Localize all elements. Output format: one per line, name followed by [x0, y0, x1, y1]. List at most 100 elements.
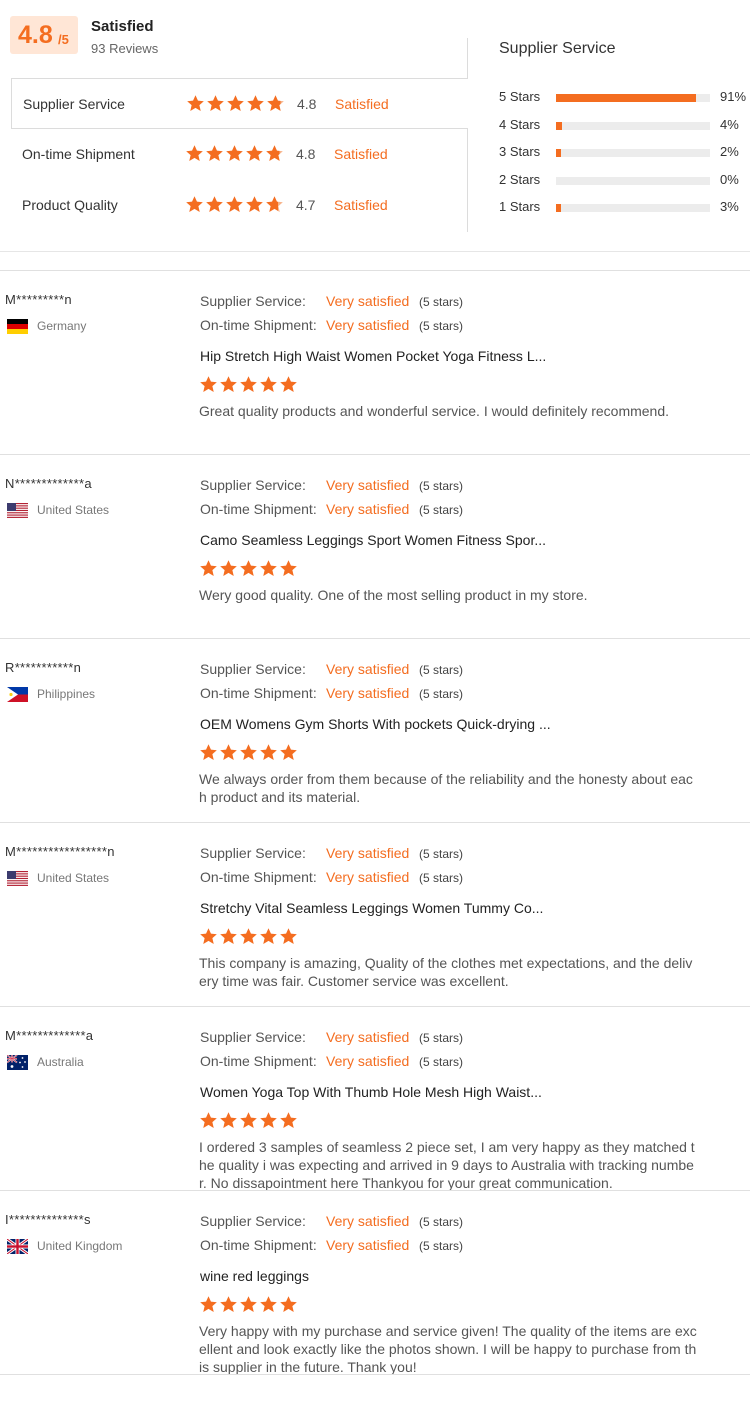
- supplier-service-label: Supplier Service:: [200, 845, 306, 861]
- distribution-bar-fill: [556, 149, 561, 157]
- supplier-service-value: Very satisfied: [326, 477, 410, 493]
- distribution-label: 4 Stars: [499, 116, 541, 132]
- star-icon: [265, 144, 284, 163]
- review-stars: [199, 927, 298, 946]
- star-icon: [266, 94, 285, 113]
- rating-label: Product Quality: [22, 197, 118, 213]
- review-text: I ordered 3 samples of seamless 2 piece …: [199, 1139, 695, 1191]
- rating-label: Supplier Service: [23, 96, 125, 112]
- star-icon: [245, 144, 264, 163]
- review-item: M*********n Germany Supplier Service: Ver…: [0, 270, 750, 454]
- overall-score: 4.8: [18, 21, 53, 49]
- distribution-percent: 2%: [720, 144, 739, 159]
- rating-label: On-time Shipment: [22, 146, 135, 162]
- review-item: N*************a United States Supplier S…: [0, 454, 750, 638]
- star-icon: [239, 927, 258, 946]
- ontime-shipment-stars: (5 stars): [419, 1055, 464, 1069]
- distribution-bar-fill: [556, 121, 563, 130]
- ontime-shipment-stars: (5 stars): [419, 1239, 464, 1253]
- distribution-label: 3 Stars: [499, 144, 541, 159]
- distribution-label: 1 Stars: [499, 199, 541, 214]
- rating-stars: [185, 195, 284, 214]
- distribution-percent: 4%: [720, 116, 739, 132]
- star-icon: [239, 559, 258, 578]
- distribution-row: 2 Stars 0%: [499, 170, 749, 190]
- distribution-title: Supplier Service: [499, 40, 616, 57]
- reviewer-country: United States: [37, 871, 110, 885]
- distribution-bar-fill: [556, 94, 697, 102]
- reviewer-country: Philippines: [37, 687, 96, 701]
- reviewer-name: M*********n: [5, 292, 72, 307]
- star-icon: [259, 743, 278, 762]
- product-link[interactable]: Stretchy Vital Seamless Leggings Women T…: [200, 900, 543, 916]
- star-icon: [259, 375, 278, 394]
- usa-flag-icon: [7, 871, 28, 886]
- star-icon: [245, 195, 264, 214]
- reviews-count[interactable]: 93 Reviews: [91, 41, 158, 56]
- supplier-service-value: Very satisfied: [326, 1213, 410, 1229]
- star-icon: [246, 94, 265, 113]
- star-icon: [185, 144, 204, 163]
- star-icon: [199, 375, 218, 394]
- ontime-shipment-value: Very satisfied: [326, 1237, 410, 1253]
- ontime-shipment-label: On-time Shipment:: [200, 685, 317, 701]
- supplier-service-rating: Supplier Service: Very satisfied (5 stars): [200, 477, 463, 493]
- supplier-service-stars: (5 stars): [419, 295, 464, 309]
- product-link[interactable]: Women Yoga Top With Thumb Hole Mesh High…: [200, 1084, 542, 1100]
- star-icon: [206, 94, 225, 113]
- review-item: R***********n Philippines Supplier Servi…: [0, 638, 750, 822]
- distribution-bar: [556, 176, 710, 185]
- distribution-percent: 91%: [720, 89, 747, 104]
- review-text: Wery good quality. One of the most selli…: [199, 587, 588, 603]
- review-item: M*************a Australia Supplier Servi…: [0, 1006, 750, 1191]
- star-icon: [279, 559, 298, 578]
- review-stars: [199, 743, 298, 762]
- supplier-service-label: Supplier Service:: [200, 293, 306, 309]
- product-link[interactable]: Camo Seamless Leggings Sport Women Fitne…: [200, 532, 546, 548]
- distribution-row: 4 Stars 4%: [499, 115, 749, 135]
- product-link[interactable]: Hip Stretch High Waist Women Pocket Yoga…: [200, 348, 546, 364]
- product-link[interactable]: OEM Womens Gym Shorts With pockets Quick…: [200, 716, 551, 732]
- reviewer-name: I**************s: [5, 1212, 91, 1227]
- ontime-shipment-value: Very satisfied: [326, 317, 410, 333]
- star-icon: [259, 1295, 278, 1314]
- rating-value: 4.8: [296, 146, 316, 162]
- rating-row: On-time Shipment 4.8 Satisfied: [11, 129, 468, 180]
- star-icon: [199, 1295, 218, 1314]
- ontime-shipment-value: Very satisfied: [326, 685, 410, 701]
- distribution-bar: [556, 94, 710, 102]
- star-icon: [279, 1111, 298, 1130]
- distribution-bar-fill: [556, 204, 561, 212]
- supplier-service-value: Very satisfied: [326, 661, 410, 677]
- philippines-flag-icon: [7, 687, 28, 702]
- review-text: Great quality products and wonderful ser…: [199, 403, 670, 419]
- star-icon: [185, 195, 204, 214]
- rating-value: 4.7: [296, 197, 316, 213]
- distribution-percent: 3%: [720, 199, 739, 214]
- rating-value: 4.8: [297, 96, 317, 112]
- ontime-shipment-rating: On-time Shipment: Very satisfied (5 stars): [200, 501, 463, 517]
- star-icon: [239, 743, 258, 762]
- supplier-service-label: Supplier Service:: [200, 1213, 306, 1229]
- reviewer-country: United Kingdom: [37, 1239, 123, 1253]
- reviewer-country: United States: [37, 503, 110, 517]
- ontime-shipment-rating: On-time Shipment: Very satisfied (5 stars): [200, 685, 463, 701]
- reviewer-name: M*************a: [5, 1028, 94, 1043]
- ontime-shipment-label: On-time Shipment:: [200, 317, 317, 333]
- distribution-percent: 0%: [720, 171, 739, 187]
- supplier-service-label: Supplier Service:: [200, 477, 306, 493]
- star-icon: [199, 1111, 218, 1130]
- rating-row: Product Quality 4.7 Satisfied: [11, 180, 468, 231]
- supplier-service-rating: Supplier Service: Very satisfied (5 stars): [200, 845, 463, 861]
- star-icon: [259, 559, 278, 578]
- ontime-shipment-label: On-time Shipment:: [200, 869, 317, 885]
- australia-flag-icon: [7, 1055, 28, 1070]
- product-link[interactable]: wine red leggings: [200, 1268, 309, 1284]
- ontime-shipment-value: Very satisfied: [326, 501, 410, 517]
- supplier-service-stars: (5 stars): [419, 1215, 464, 1229]
- star-icon: [279, 743, 298, 762]
- ontime-shipment-label: On-time Shipment:: [200, 501, 317, 517]
- germany-flag-icon: [7, 319, 28, 334]
- supplier-service-stars: (5 stars): [419, 847, 464, 861]
- star-icon: [219, 1111, 238, 1130]
